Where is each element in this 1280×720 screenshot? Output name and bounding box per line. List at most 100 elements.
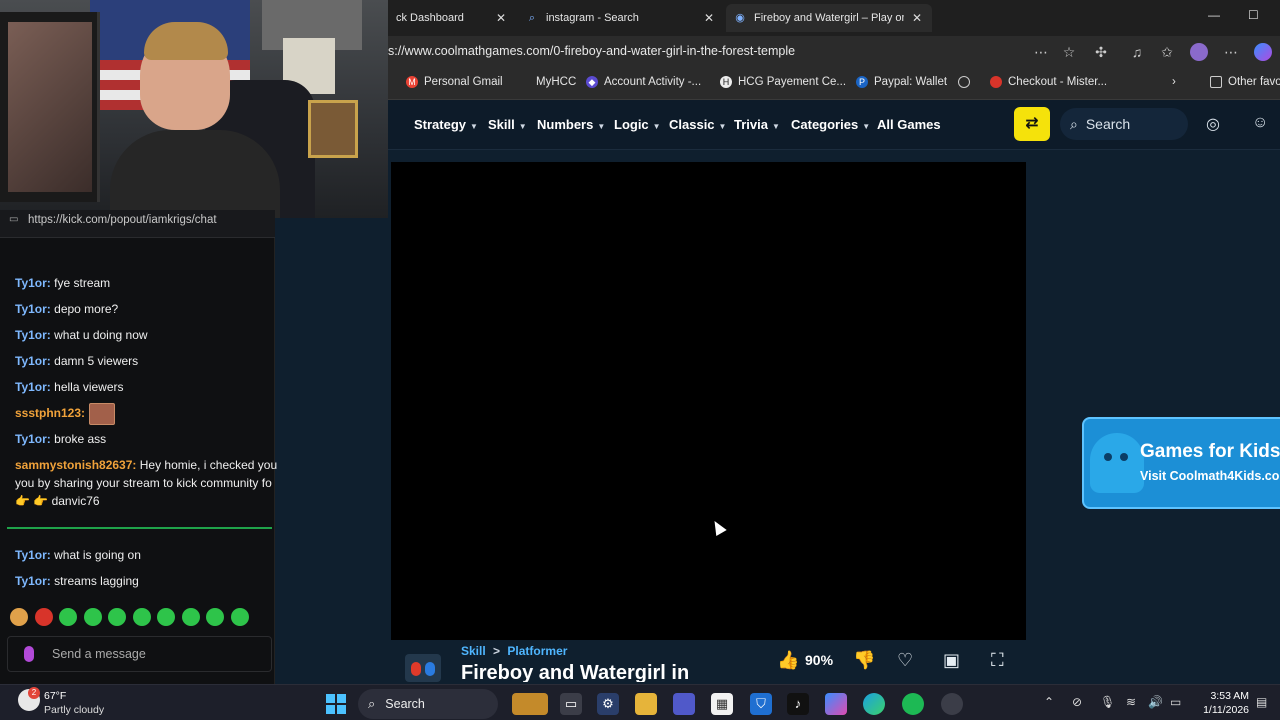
tiktok-icon[interactable]: ♪ xyxy=(787,693,809,715)
nav-all-games[interactable]: All Games xyxy=(877,117,941,132)
nav-categories[interactable]: Categories ▼ xyxy=(791,117,870,132)
chat-message: Ty1or: fye stream xyxy=(15,276,110,290)
paypal-icon: P xyxy=(856,76,868,88)
shuffle-icon[interactable]: ⇄ xyxy=(1014,107,1050,141)
tray-chevron-up-icon[interactable]: ⌃ xyxy=(1044,695,1054,709)
chat-message-input[interactable]: Send a message xyxy=(7,636,272,672)
tab-close-icon[interactable]: ✕ xyxy=(494,11,508,25)
favorites-icon[interactable]: ✩ xyxy=(1158,43,1176,61)
wifi-icon[interactable]: ≋ xyxy=(1126,695,1136,709)
user-icon[interactable]: ☺ xyxy=(1252,114,1268,132)
bookmark-myhcc[interactable]: MyHCC xyxy=(518,76,576,88)
minimize-icon[interactable]: — xyxy=(1208,8,1220,22)
chrome-icon[interactable] xyxy=(941,693,963,715)
notifications-icon[interactable]: ▤ xyxy=(1256,695,1267,709)
page-icon: ▭ xyxy=(9,214,19,225)
emote-icon[interactable] xyxy=(206,608,224,626)
thumbs-up-icon[interactable]: 👍 xyxy=(777,650,799,671)
taskbar-search[interactable]: ⌕ Search xyxy=(358,689,498,719)
tab-title: instagram - Search xyxy=(546,12,639,24)
emote-icon[interactable] xyxy=(132,608,151,626)
copilot-icon[interactable] xyxy=(1254,43,1272,61)
heart-icon[interactable]: ♡ xyxy=(897,650,913,671)
emote-icon[interactable] xyxy=(59,608,77,626)
emote-icon[interactable] xyxy=(34,608,53,626)
emote-icon[interactable] xyxy=(108,608,126,626)
rating-percent: 90% xyxy=(805,652,834,668)
fullscreen-icon[interactable]: ⛶ xyxy=(991,650,1004,671)
emote-icon[interactable] xyxy=(181,608,200,626)
emote-icon[interactable] xyxy=(230,608,249,626)
nav-strategy[interactable]: Strategy ▼ xyxy=(414,117,478,132)
store-icon[interactable]: ▦ xyxy=(711,693,733,715)
chat-username[interactable]: Ty1or xyxy=(15,380,47,394)
game-canvas[interactable] xyxy=(391,162,1026,640)
windows-start-icon[interactable] xyxy=(326,694,346,714)
security-icon[interactable]: ⛉ xyxy=(750,693,772,715)
nav-trivia[interactable]: Trivia ▼ xyxy=(734,117,780,132)
url-field[interactable]: s://www.coolmathgames.com/0-fireboy-and-… xyxy=(388,44,795,58)
coolmath4kids-promo[interactable]: Games for Kids Visit Coolmath4Kids.com xyxy=(1082,417,1280,509)
bookmark-globe[interactable] xyxy=(958,76,976,88)
edge-icon[interactable] xyxy=(863,693,885,715)
bookmark-account-activity[interactable]: ◆ Account Activity -... xyxy=(586,76,701,88)
task-view-icon[interactable]: ▭ xyxy=(560,693,582,715)
battery-icon[interactable]: ▭ xyxy=(1170,695,1181,709)
screenshot-icon[interactable]: ▣ xyxy=(943,650,960,671)
clock-date[interactable]: 1/11/2026 xyxy=(1196,704,1249,716)
nav-classic[interactable]: Classic ▼ xyxy=(669,117,726,132)
chat-username[interactable]: ssstphn123 xyxy=(15,406,81,420)
volume-icon[interactable]: 🔊 xyxy=(1148,695,1163,709)
nav-numbers[interactable]: Numbers ▼ xyxy=(537,117,605,132)
copilot-icon[interactable] xyxy=(825,693,847,715)
chat-username[interactable]: Ty1or xyxy=(15,328,47,342)
bookmark-hcg-payment[interactable]: H HCG Payement Ce... xyxy=(720,76,846,88)
tab-instagram-search[interactable]: ⌕ instagram - Search ✕ xyxy=(518,4,724,32)
chat-username[interactable]: Ty1or xyxy=(15,548,47,562)
chat-username[interactable]: Ty1or xyxy=(15,574,47,588)
bookmark-paypal-wallet[interactable]: P Paypal: Wallet xyxy=(856,76,947,88)
globe-icon[interactable]: ◎ xyxy=(1206,114,1220,134)
nav-skill[interactable]: Skill ▼ xyxy=(488,117,527,132)
chat-text: damn 5 viewers xyxy=(54,354,139,368)
chat-username[interactable]: Ty1or xyxy=(15,354,47,368)
search-highlight-icon[interactable] xyxy=(512,693,548,715)
spotify-icon[interactable] xyxy=(902,693,924,715)
chat-username[interactable]: Ty1or xyxy=(15,302,47,316)
tab-close-icon[interactable]: ✕ xyxy=(702,11,716,25)
file-explorer-icon[interactable] xyxy=(635,693,657,715)
chat-username[interactable]: sammystonish82637 xyxy=(15,458,132,472)
microphone-icon[interactable] xyxy=(24,646,34,662)
tab-close-icon[interactable]: ✕ xyxy=(910,11,924,25)
settings-icon[interactable]: ⚙ xyxy=(597,693,619,715)
star-icon[interactable]: ☆ xyxy=(1060,43,1078,61)
reader-icon[interactable]: ⋯ xyxy=(1032,43,1050,61)
profile-icon[interactable] xyxy=(1190,43,1208,61)
nav-logic[interactable]: Logic ▼ xyxy=(614,117,661,132)
site-search-input[interactable]: ⌕ Search xyxy=(1060,108,1188,140)
emote-icon[interactable] xyxy=(83,608,102,626)
tab-kick-dashboard[interactable]: ck Dashboard ✕ xyxy=(388,4,516,32)
bookmark-checkout[interactable]: Checkout - Mister... xyxy=(990,76,1107,88)
emote-icon[interactable] xyxy=(157,608,175,626)
tray-app-icon[interactable]: ⊘ xyxy=(1072,695,1082,709)
chat-input-placeholder: Send a message xyxy=(52,647,146,661)
emote-icon[interactable] xyxy=(10,608,28,626)
clock-time[interactable]: 3:53 AM xyxy=(1205,690,1249,702)
media-icon[interactable]: ♫ xyxy=(1128,43,1146,61)
bookmark-personal-gmail[interactable]: M Personal Gmail xyxy=(406,76,503,88)
bookmark-other-favorites[interactable]: Other favo xyxy=(1210,76,1280,88)
microphone-icon[interactable]: 🎙 xyxy=(1100,695,1115,709)
thumbs-down-icon[interactable]: 👎 xyxy=(853,650,875,671)
more-icon[interactable]: ⋯ xyxy=(1222,43,1240,61)
maximize-icon[interactable]: ☐ xyxy=(1248,8,1259,22)
chat-username[interactable]: Ty1or xyxy=(15,276,47,290)
chat-username[interactable]: Ty1or xyxy=(15,432,47,446)
tab-fireboy-watergirl[interactable]: ◉ Fireboy and Watergirl – Play on Co ✕ xyxy=(726,4,932,32)
game-info-bar: Skill > Platformer Fireboy and Watergirl… xyxy=(391,640,1026,682)
breadcrumb-platformer[interactable]: Platformer xyxy=(507,644,567,658)
extensions-icon[interactable]: ✣ xyxy=(1092,43,1110,61)
bookmarks-more-icon[interactable]: › xyxy=(1172,76,1176,88)
teams-icon[interactable] xyxy=(673,693,695,715)
breadcrumb-skill[interactable]: Skill xyxy=(461,644,486,658)
